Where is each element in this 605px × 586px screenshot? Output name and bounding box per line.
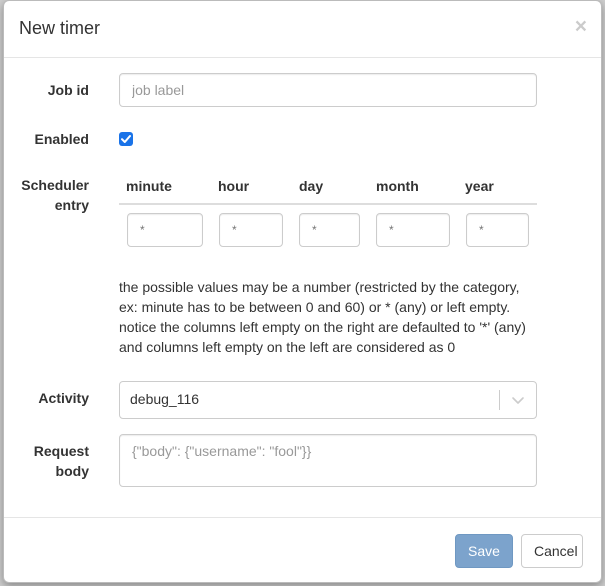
- modal-footer-divider: [4, 517, 601, 518]
- save-button[interactable]: Save: [455, 534, 513, 568]
- activity-select[interactable]: debug_116: [119, 381, 537, 419]
- activity-label: Activity: [38, 390, 89, 406]
- request-body-textarea[interactable]: [119, 434, 537, 487]
- hour-input[interactable]: [219, 213, 283, 247]
- month-input[interactable]: [376, 213, 450, 247]
- enabled-label: Enabled: [34, 131, 89, 147]
- table-header-divider: [119, 203, 537, 205]
- help-line-3: notice the columns left empty on the rig…: [119, 319, 526, 335]
- help-line-4: and columns left empty on the left are c…: [119, 339, 456, 355]
- column-header-month: month: [376, 178, 419, 194]
- column-header-year: year: [465, 178, 494, 194]
- day-input[interactable]: [299, 213, 360, 247]
- job-id-label: Job id: [47, 82, 89, 98]
- activity-selected-value: debug_116: [130, 391, 200, 407]
- minute-input[interactable]: [127, 213, 203, 247]
- column-header-minute: minute: [126, 178, 172, 194]
- help-line-1: the possible values may be a number (res…: [119, 279, 520, 295]
- modal-title: New timer: [19, 18, 101, 38]
- cancel-button[interactable]: Cancel: [521, 534, 583, 568]
- help-line-2: ex: minute has to be between 0 and 60) o…: [119, 299, 511, 315]
- request-body-label-line1: Request: [33, 443, 89, 459]
- job-id-input[interactable]: [119, 73, 537, 107]
- request-body-label: Request body: [14, 441, 89, 481]
- checkmark-icon: [121, 135, 131, 143]
- year-input[interactable]: [466, 213, 529, 247]
- close-icon[interactable]: ×: [575, 16, 587, 37]
- chevron-down-icon[interactable]: [510, 392, 526, 408]
- new-timer-modal: New timer × Job id Enabled Scheduler ent…: [3, 0, 602, 583]
- scheduler-label-line2: entry: [54, 197, 89, 213]
- select-separator: [499, 390, 500, 410]
- scheduler-help-text: the possible values may be a number (res…: [119, 277, 539, 357]
- column-header-hour: hour: [218, 178, 250, 194]
- enabled-checkbox[interactable]: [119, 132, 133, 146]
- scheduler-label-line1: Scheduler: [21, 177, 89, 193]
- modal-header: New timer ×: [4, 1, 601, 58]
- column-header-day: day: [299, 178, 324, 194]
- scheduler-entry-label: Scheduler entry: [14, 175, 89, 215]
- request-body-label-line2: body: [55, 463, 89, 479]
